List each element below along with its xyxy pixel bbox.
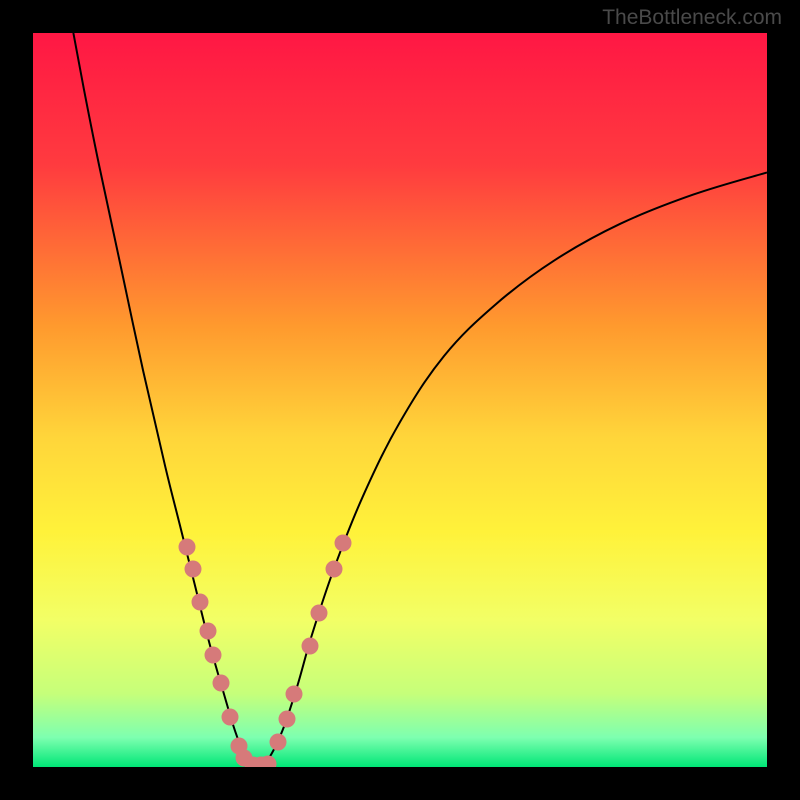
data-point [259, 756, 276, 767]
data-point [199, 623, 216, 640]
data-point [302, 637, 319, 654]
bottleneck-curve [33, 33, 767, 767]
data-point [212, 674, 229, 691]
data-point [270, 734, 287, 751]
data-point [192, 593, 209, 610]
data-point [335, 535, 352, 552]
data-point [204, 647, 221, 664]
data-point [185, 560, 202, 577]
data-point [221, 709, 238, 726]
watermark-text: TheBottleneck.com [602, 6, 782, 30]
data-point [278, 710, 295, 727]
data-point [179, 538, 196, 555]
data-point [286, 685, 303, 702]
data-point [311, 604, 328, 621]
plot-area [33, 33, 767, 767]
data-point [325, 560, 342, 577]
